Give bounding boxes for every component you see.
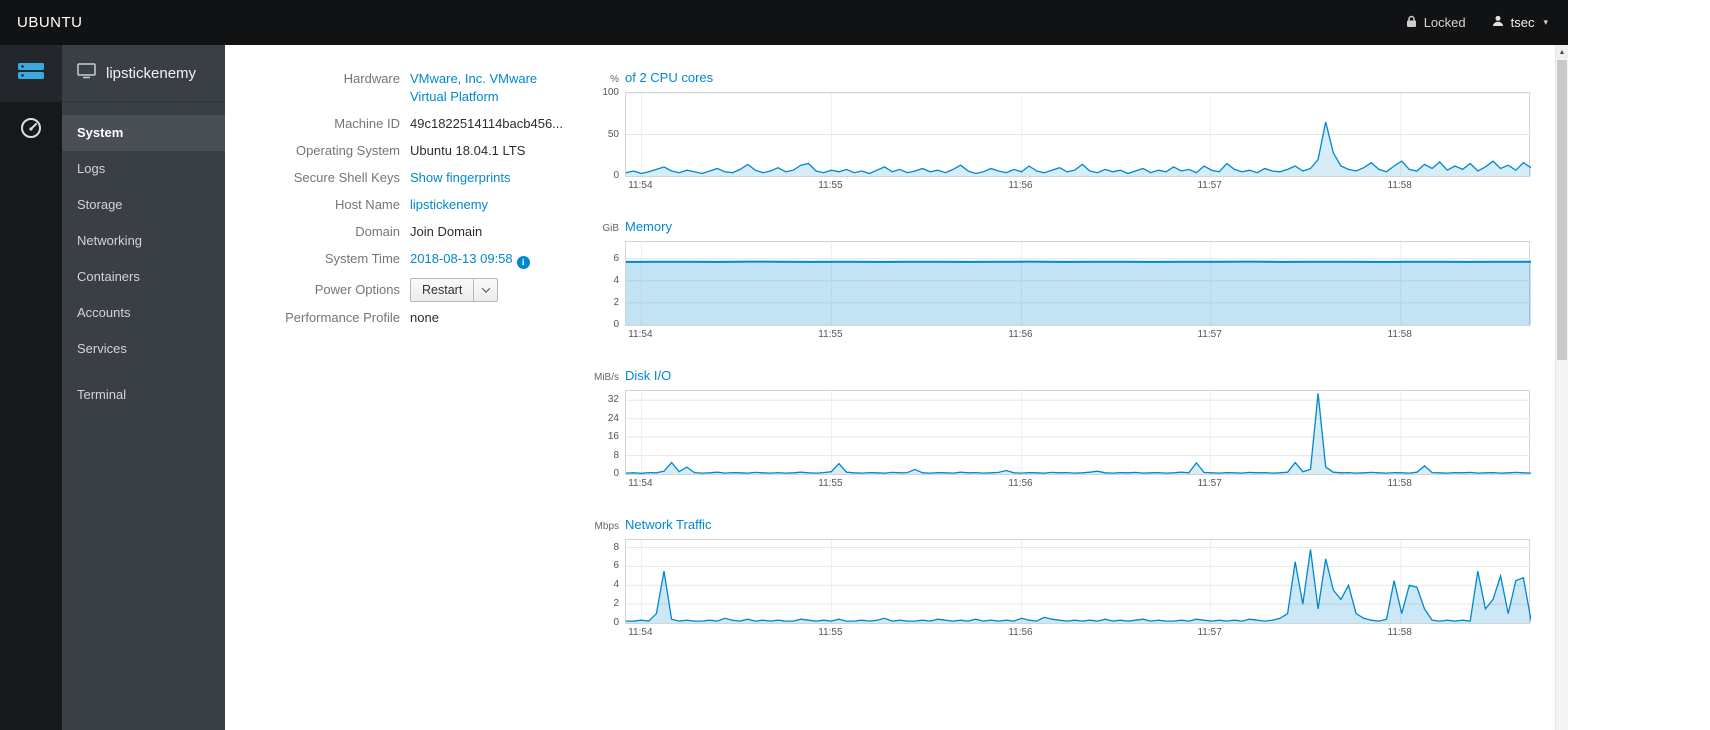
- sidebar-item-storage[interactable]: Storage: [62, 187, 225, 223]
- cpu-x-axis-labels: 11:54 11:55 11:56 11:57 11:58: [628, 180, 1412, 191]
- memory-chart: GiB Memory 0246 11:54 11:55 11:56 11:57 11:5…: [585, 219, 1531, 341]
- hostname-label: Host Name: [334, 197, 400, 212]
- server-icon: [17, 60, 45, 87]
- info-row-os: Operating System Ubuntu 18.04.1 LTS: [225, 142, 585, 160]
- power-options-label: Power Options: [314, 281, 400, 297]
- info-row-ssh-keys: Secure Shell Keys Show fingerprints: [225, 169, 585, 187]
- hostname-link[interactable]: lipstickenemy: [410, 197, 488, 212]
- os-value: Ubuntu 18.04.1 LTS: [410, 143, 526, 158]
- chevron-down-icon: [481, 283, 491, 293]
- domain-value: Join Domain: [410, 224, 483, 239]
- locked-button[interactable]: Locked: [1406, 15, 1466, 31]
- system-page: Hardware VMware, Inc. VMware Virtual Pla…: [225, 45, 1568, 730]
- page-scrollbar: ▲: [1555, 45, 1568, 730]
- lock-icon: [1406, 15, 1417, 31]
- info-row-system-time: System Time 2018-08-13 09:58 i: [225, 250, 585, 269]
- cpu-unit-label: %: [610, 74, 619, 85]
- info-row-machine-id: Machine ID 49c1822514114bacb456...: [225, 115, 585, 133]
- restart-button[interactable]: Restart: [410, 277, 475, 302]
- rail-dashboard-tile[interactable]: [0, 102, 62, 159]
- charts-column: % of 2 CPU cores 0 50 100 11:54 11:55 11:56 1…: [585, 70, 1531, 730]
- machine-id-label: Machine ID: [334, 116, 400, 131]
- cockpit-app: UBUNTU Locked tsec ▾ lipstickenemy Syste…: [0, 0, 1568, 730]
- disk-io-y-axis-labels: 0 8 16 24 32: [607, 394, 619, 479]
- scrollbar-thumb[interactable]: [1557, 60, 1567, 360]
- domain-label: Domain: [355, 224, 400, 239]
- system-info-panel: Hardware VMware, Inc. VMware Virtual Pla…: [225, 70, 585, 730]
- brand-ubuntu: UBUNTU: [17, 14, 83, 31]
- user-icon: [1492, 15, 1504, 30]
- ssh-keys-label: Secure Shell Keys: [293, 170, 400, 185]
- performance-profile-value: none: [410, 309, 439, 325]
- sidebar-host-header[interactable]: lipstickenemy: [62, 45, 225, 102]
- disk-io-x-axis-labels: 11:54 11:55 11:56 11:57 11:58: [628, 478, 1412, 489]
- sidebar-nav: System Logs Storage Networking Container…: [62, 102, 225, 413]
- network-traffic-chart: Mbps Network Traffic 02468 11:54 11:55 11:…: [585, 517, 1531, 639]
- top-bar: UBUNTU Locked tsec ▾: [0, 0, 1568, 45]
- os-label: Operating System: [295, 143, 400, 158]
- disk-io-plot-area[interactable]: [625, 390, 1531, 475]
- memory-y-axis-labels: 0246: [613, 253, 619, 330]
- network-chart-title-link[interactable]: Network Traffic: [625, 517, 711, 532]
- sidebar-item-terminal[interactable]: Terminal: [62, 377, 225, 413]
- info-row-performance-profile: Performance Profile none: [225, 309, 585, 327]
- hardware-label: Hardware: [343, 71, 400, 86]
- sidebar-item-services[interactable]: Services: [62, 331, 225, 367]
- disk-io-unit-label: MiB/s: [594, 372, 619, 383]
- memory-plot-area[interactable]: [625, 241, 1531, 326]
- sidebar-item-system[interactable]: System: [62, 115, 225, 151]
- sidebar-item-containers[interactable]: Containers: [62, 259, 225, 295]
- scroll-up-arrow[interactable]: ▲: [1556, 45, 1568, 59]
- power-dropdown-button[interactable]: [474, 277, 499, 302]
- network-unit-label: Mbps: [594, 521, 619, 532]
- memory-unit-label: GiB: [602, 223, 619, 234]
- info-row-hardware: Hardware VMware, Inc. VMware Virtual Pla…: [225, 70, 585, 106]
- locked-label: Locked: [1423, 15, 1466, 30]
- sidebar-item-logs[interactable]: Logs: [62, 151, 225, 187]
- system-time-label: System Time: [324, 251, 400, 266]
- network-plot-area[interactable]: [625, 539, 1531, 624]
- system-time-link[interactable]: 2018-08-13 09:58: [410, 251, 513, 266]
- host-name: lipstickenemy: [106, 64, 197, 82]
- hardware-link[interactable]: VMware, Inc. VMware Virtual Platform: [410, 70, 560, 106]
- topbar-right: Locked tsec ▾: [1406, 15, 1568, 31]
- user-label: tsec: [1510, 15, 1535, 30]
- cpu-plot-area[interactable]: [625, 92, 1531, 177]
- cpu-usage-chart: % of 2 CPU cores 0 50 100 11:54 11:55 11:56 1…: [585, 70, 1531, 192]
- info-row-domain: Domain Join Domain: [225, 223, 585, 241]
- info-row-power-options: Power Options Restart: [225, 277, 585, 302]
- user-menu[interactable]: tsec ▾: [1492, 15, 1548, 30]
- rail-host-tile[interactable]: [0, 45, 62, 102]
- info-circle-icon[interactable]: i: [516, 255, 530, 269]
- memory-chart-title-link[interactable]: Memory: [625, 219, 672, 234]
- network-x-axis-labels: 11:54 11:55 11:56 11:57 11:58: [628, 627, 1412, 638]
- cpu-y-axis-labels: 0 50 100: [602, 87, 619, 181]
- disk-io-chart: MiB/s Disk I/O 0 8 16 24 32 11:54 11:55 11:56 1…: [585, 368, 1531, 490]
- info-row-hostname: Host Name lipstickenemy: [225, 196, 585, 214]
- computer-icon: [77, 63, 96, 83]
- sidebar-item-accounts[interactable]: Accounts: [62, 295, 225, 331]
- chevron-down-icon: ▾: [1543, 17, 1548, 27]
- cpu-chart-title-link[interactable]: of 2 CPU cores: [625, 70, 713, 85]
- sidebar: lipstickenemy System Logs Storage Networ…: [62, 45, 225, 730]
- show-fingerprints-link[interactable]: Show fingerprints: [410, 170, 510, 185]
- host-rail: [0, 45, 62, 730]
- dashboard-gauge-icon: [19, 116, 43, 145]
- performance-profile-label: Performance Profile: [285, 309, 400, 325]
- machine-id-value: 49c1822514114bacb456...: [410, 116, 564, 131]
- power-split-button: Restart: [410, 277, 499, 302]
- disk-io-chart-title-link[interactable]: Disk I/O: [625, 368, 671, 383]
- memory-x-axis-labels: 11:54 11:55 11:56 11:57 11:58: [628, 329, 1412, 340]
- network-y-axis-labels: 02468: [613, 542, 619, 628]
- sidebar-item-networking[interactable]: Networking: [62, 223, 225, 259]
